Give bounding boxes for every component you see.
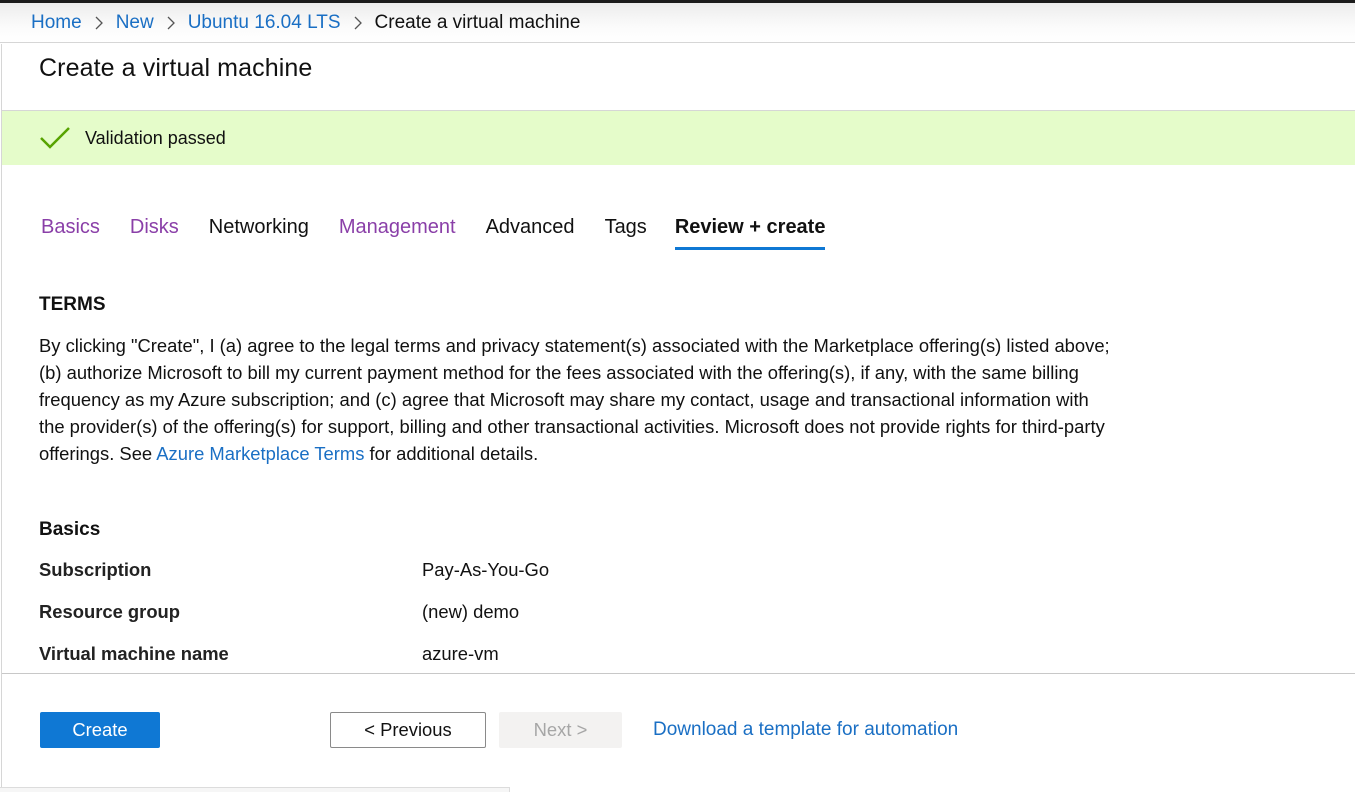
- footer-action-bar: Create < Previous Next > Download a temp…: [2, 673, 1355, 788]
- chevron-right-icon: [166, 16, 176, 30]
- breadcrumb-new[interactable]: New: [116, 12, 154, 34]
- summary-row-resource-group: Resource group (new) demo: [39, 591, 549, 633]
- tab-basics[interactable]: Basics: [39, 214, 102, 247]
- summary-label: Resource group: [39, 601, 181, 622]
- summary-label: Subscription: [39, 559, 152, 580]
- tab-review-create[interactable]: Review + create: [674, 214, 826, 250]
- tab-disks[interactable]: Disks: [128, 214, 181, 247]
- checkmark-icon: [39, 125, 71, 151]
- terms-text-after: for additional details.: [364, 443, 539, 464]
- terms-section: TERMS By clicking "Create", I (a) agree …: [39, 294, 1119, 467]
- terms-text: By clicking "Create", I (a) agree to the…: [39, 332, 1114, 467]
- create-button[interactable]: Create: [40, 712, 160, 748]
- basics-summary: Basics Subscription Pay-As-You-Go Resour…: [39, 519, 549, 675]
- tab-advanced[interactable]: Advanced: [484, 214, 577, 247]
- summary-value: Pay-As-You-Go: [422, 559, 550, 580]
- page-title: Create a virtual machine: [39, 54, 313, 82]
- bottom-scroll-strip: [0, 787, 510, 792]
- breadcrumb-current: Create a virtual machine: [374, 11, 581, 33]
- breadcrumb-ubuntu[interactable]: Ubuntu 16.04 LTS: [188, 12, 341, 34]
- validation-text: Validation passed: [85, 127, 226, 148]
- tab-networking[interactable]: Networking: [207, 214, 311, 247]
- tab-tags[interactable]: Tags: [603, 214, 649, 247]
- summary-row-vm-name: Virtual machine name azure-vm: [39, 633, 549, 675]
- previous-button[interactable]: < Previous: [330, 712, 486, 748]
- breadcrumb-home[interactable]: Home: [31, 12, 82, 34]
- tab-management[interactable]: Management: [337, 214, 458, 247]
- basics-heading: Basics: [39, 519, 101, 540]
- summary-label: Virtual machine name: [39, 643, 229, 664]
- next-button[interactable]: Next >: [499, 712, 622, 748]
- title-area: Create a virtual machine: [2, 44, 1355, 111]
- validation-banner: Validation passed: [2, 111, 1355, 165]
- summary-value: azure-vm: [422, 643, 499, 664]
- breadcrumb: Home New Ubuntu 16.04 LTS Create a virtu…: [0, 3, 1355, 43]
- create-vm-blade: Create a virtual machine Validation pass…: [1, 44, 1355, 788]
- azure-marketplace-terms-link[interactable]: Azure Marketplace Terms: [156, 443, 364, 464]
- wizard-tabs: Basics Disks Networking Management Advan…: [39, 214, 826, 254]
- summary-row-subscription: Subscription Pay-As-You-Go: [39, 549, 549, 591]
- summary-value: (new) demo: [422, 601, 520, 622]
- chevron-right-icon: [353, 16, 363, 30]
- download-template-link[interactable]: Download a template for automation: [653, 712, 958, 748]
- terms-heading: TERMS: [39, 294, 106, 315]
- chevron-right-icon: [94, 16, 104, 30]
